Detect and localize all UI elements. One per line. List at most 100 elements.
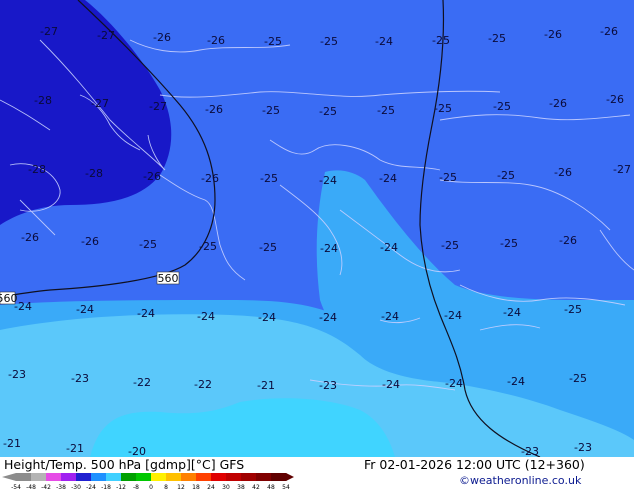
temperature-label: -28 [85, 167, 103, 180]
temperature-label: -24 [76, 303, 94, 316]
temperature-label: -25 [199, 240, 217, 253]
temperature-label: -28 [28, 163, 46, 176]
temperature-label: -26 [549, 97, 567, 110]
temperature-label: -25 [488, 32, 506, 45]
temperature-label: -24 [137, 307, 155, 320]
contour-label-560-a: 560 [156, 271, 180, 285]
temperature-label: -24 [444, 309, 462, 322]
temperature-label: -26 [207, 34, 225, 47]
legend-swatch [106, 473, 122, 481]
temperature-label: -21 [257, 379, 275, 392]
legend-tick-label: -54 [11, 484, 21, 490]
temperature-label: -22 [133, 376, 151, 389]
temperature-label: -27 [613, 163, 631, 176]
temperature-label: -25 [564, 303, 582, 316]
legend-tick-label: 42 [252, 484, 260, 490]
legend-swatch [136, 473, 152, 481]
temperature-label: -26 [81, 235, 99, 248]
legend-swatch [256, 473, 272, 481]
temperature-label: -24 [382, 378, 400, 391]
temperature-label: -27 [91, 97, 109, 110]
temperature-label: -24 [320, 242, 338, 255]
legend-swatch [46, 473, 62, 481]
temperature-label: -24 [445, 377, 463, 390]
legend-swatch [166, 473, 182, 481]
temperature-label: -21 [3, 437, 21, 450]
temperature-label: -24 [503, 306, 521, 319]
temperature-label: -25 [569, 372, 587, 385]
temperature-label: -25 [439, 171, 457, 184]
temperature-label: -24 [319, 174, 337, 187]
legend-swatch [76, 473, 92, 481]
color-legend: -54 -48 -42 -38 -30 -24 -18 -12 -8 0 8 12 18 24 30 38 42… [2, 473, 294, 490]
temperature-label: -26 [600, 25, 618, 38]
temperature-label: -25 [320, 35, 338, 48]
legend-swatch [226, 473, 242, 481]
temperature-label: -21 [66, 442, 84, 455]
temperature-label: -24 [197, 310, 215, 323]
legend-tick-label: -38 [56, 484, 66, 490]
temperature-label: -25 [497, 169, 515, 182]
legend-tick-label: -48 [26, 484, 36, 490]
legend-swatch [271, 473, 287, 481]
legend-swatch [61, 473, 77, 481]
legend-tick-label: -18 [101, 484, 111, 490]
legend-swatch [121, 473, 137, 481]
temperature-label: -24 [380, 241, 398, 254]
legend-tick-label: 54 [282, 484, 290, 490]
legend-tick-label: 12 [177, 484, 185, 490]
temperature-label: -27 [149, 100, 167, 113]
weather-map: 560 560 -27-27-26-26-25-25-24-25-25-26-2… [0, 0, 634, 457]
legend-tick-label: -8 [133, 484, 139, 490]
temperature-label: -25 [264, 35, 282, 48]
temperature-label: -24 [258, 311, 276, 324]
legend-swatch [211, 473, 227, 481]
legend-arrow-right [286, 473, 294, 481]
contour-label-text: 560 [158, 272, 179, 285]
legend-tick-label: 18 [192, 484, 200, 490]
temperature-label: -25 [262, 104, 280, 117]
temperature-label: -23 [8, 368, 26, 381]
legend-tick-label: 48 [267, 484, 275, 490]
temperature-label: -23 [574, 441, 592, 454]
footer-bar: Height/Temp. 500 hPa [gdmp][°C] GFS Fr 0… [0, 457, 634, 490]
legend-swatch [196, 473, 212, 481]
legend-tick-label: 0 [149, 484, 153, 490]
temperature-label: -26 [559, 234, 577, 247]
temperature-label: -25 [432, 34, 450, 47]
legend-swatch [241, 473, 257, 481]
legend-swatch [151, 473, 167, 481]
temperature-label: -24 [379, 172, 397, 185]
temperature-label: -23 [319, 379, 337, 392]
temperature-label: -24 [507, 375, 525, 388]
temperature-label: -26 [606, 93, 624, 106]
legend-swatch [16, 473, 32, 481]
temperature-label: -26 [143, 170, 161, 183]
temperature-label: -24 [375, 35, 393, 48]
legend-swatch [181, 473, 197, 481]
legend-tick-label: -30 [71, 484, 81, 490]
temperature-label: -25 [500, 237, 518, 250]
temperature-label: -23 [521, 445, 539, 457]
temperature-label: -25 [260, 172, 278, 185]
legend-tick-label: -42 [41, 484, 51, 490]
valid-time: Fr 02-01-2026 12:00 UTC (12+360) [364, 457, 585, 472]
temperature-label: -24 [381, 310, 399, 323]
temperature-label: -25 [139, 238, 157, 251]
temperature-label: -26 [201, 172, 219, 185]
map-title: Height/Temp. 500 hPa [gdmp][°C] GFS [4, 457, 245, 472]
temperature-label: -26 [205, 103, 223, 116]
temperature-label: -26 [21, 231, 39, 244]
legend-arrow-left [2, 473, 16, 481]
temperature-label: -26 [544, 28, 562, 41]
credit-link[interactable]: ©weatheronline.co.uk [459, 474, 581, 488]
legend-tick-label: 38 [237, 484, 245, 490]
legend-tick-label: 24 [207, 484, 215, 490]
temperature-label: -25 [434, 102, 452, 115]
temperature-label: -24 [319, 311, 337, 324]
temperature-label: -25 [259, 241, 277, 254]
temperature-label: -25 [441, 239, 459, 252]
temperature-label: -28 [34, 94, 52, 107]
temperature-label: -26 [153, 31, 171, 44]
legend-tick-label: 8 [164, 484, 168, 490]
